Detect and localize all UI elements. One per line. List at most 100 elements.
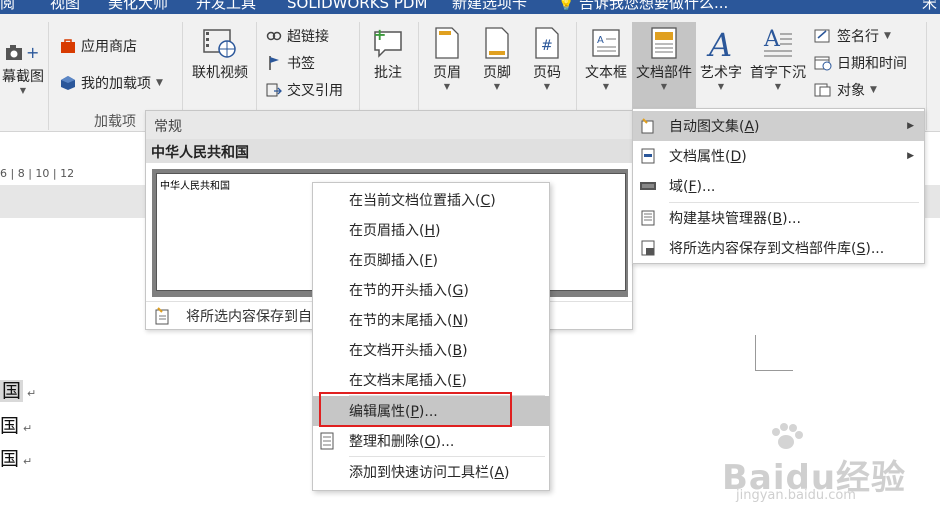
menu-item-field[interactable]: 域(F)... [633, 171, 924, 201]
cross-reference-icon [266, 83, 282, 97]
document-parts-icon [651, 27, 677, 59]
chevron-down-icon: ▼ [870, 85, 877, 95]
comment-icon: + [373, 26, 402, 58]
watermark-url: jingyan.baidu.com [736, 488, 856, 503]
save-gallery-icon [641, 240, 655, 256]
header-button[interactable]: 页眉 ▼ [424, 26, 470, 92]
submenu-arrow-icon: ▶ [907, 121, 914, 131]
chevron-down-icon: ▼ [443, 82, 451, 91]
store-bag-icon [61, 39, 75, 53]
signature-line-button[interactable]: 签名行 ▼ [814, 26, 891, 46]
menu-item-insert-document-end[interactable]: 在文档末尾插入(E) [313, 365, 549, 395]
menu-label: 构建基块管理器(B)... [669, 211, 801, 227]
paragraph-mark-icon: ↵ [23, 455, 33, 468]
svg-text:A: A [763, 27, 781, 52]
menu-item-edit-properties[interactable]: 编辑属性(P)... [313, 396, 549, 426]
svg-text:#: # [541, 38, 553, 54]
chevron-down-icon: ▼ [774, 82, 782, 91]
menu-item-insert-document-start[interactable]: 在文档开头插入(B) [313, 335, 549, 365]
menu-item-organize-delete[interactable]: 整理和删除(O)... [313, 426, 549, 456]
menu-item-insert-header[interactable]: 在页眉插入(H) [313, 215, 549, 245]
hyperlink-button[interactable]: 超链接 [266, 26, 329, 46]
save-to-gallery-icon [155, 306, 169, 324]
tab-review[interactable]: 阅 [0, 0, 15, 13]
tab-user[interactable]: 宋 [922, 0, 937, 13]
baidu-watermark: Baidu经验 jingyan.baidu.com [722, 423, 932, 518]
camera-icon: + [6, 43, 39, 62]
ribbon-tab-bar: 阅 视图 美化大师 开发工具 SOLIDWORKS PDM 新建选项卡 💡 告诉… [0, 0, 940, 14]
tell-me-search[interactable]: 💡 告诉我您想要做什么... [558, 0, 728, 14]
svg-text:+: + [373, 26, 386, 44]
tab-solidworks-pdm[interactable]: SOLIDWORKS PDM [287, 0, 427, 13]
menu-label: 文档属性(D) [669, 149, 747, 165]
organize-icon [320, 432, 334, 450]
object-button[interactable]: 对象 ▼ [814, 80, 877, 100]
dropcap-button[interactable]: A 首字下沉 ▼ [748, 26, 808, 92]
tab-view[interactable]: 视图 [50, 0, 80, 13]
document-parts-button[interactable]: 文档部件 ▼ [632, 22, 696, 108]
doc-paragraph[interactable]: 国 ↵ [0, 411, 32, 438]
menu-item-building-blocks-organizer[interactable]: 构建基块管理器(B)... [633, 203, 924, 233]
gallery-category-header: 常规 [146, 111, 632, 139]
menu-label: 将所选内容保存到文档部件库(S)... [669, 241, 885, 257]
menu-item-insert-footer[interactable]: 在页脚插入(F) [313, 245, 549, 275]
menu-item-insert-section-start[interactable]: 在节的开头插入(G) [313, 275, 549, 305]
lightbulb-icon: 💡 [558, 0, 575, 12]
doc-paragraph[interactable]: 国 ↵ [0, 376, 36, 403]
menu-label: 域(F)... [669, 179, 716, 195]
bookmark-button[interactable]: 书签 [266, 53, 315, 73]
chevron-down-icon: ▼ [717, 82, 725, 91]
tell-me-text: 告诉我您想要做什么... [578, 0, 729, 12]
doc-paragraph[interactable]: 国 ↵ [0, 444, 32, 471]
document-property-icon [641, 148, 655, 164]
textbox-button[interactable]: A 文本框 ▼ [580, 26, 632, 92]
object-frame-icon [814, 83, 831, 97]
addin-cube-icon [61, 76, 75, 90]
menu-item-add-to-quick-access[interactable]: 添加到快速访问工具栏(A) [313, 457, 549, 487]
chevron-down-icon: ▼ [602, 82, 610, 91]
screenshot-button[interactable]: + 幕截图 ▼ [0, 42, 46, 96]
separator [926, 22, 927, 130]
wordart-button[interactable]: A 艺术字 ▼ [696, 26, 746, 92]
svg-text:A: A [706, 26, 732, 60]
chevron-down-icon: ▼ [493, 82, 501, 91]
signature-pen-icon [814, 29, 830, 43]
menu-item-insert-current-position[interactable]: 在当前文档位置插入(C) [313, 185, 549, 215]
comment-button[interactable]: + 批注 [364, 26, 412, 82]
paw-logo-icon [772, 423, 803, 449]
menu-item-save-to-gallery[interactable]: 将所选内容保存到文档部件库(S)... [633, 233, 924, 263]
bookmark-flag-icon [269, 56, 279, 70]
my-addins-button[interactable]: 我的加载项 ▼ [60, 73, 163, 93]
chevron-down-icon: ▼ [156, 78, 163, 88]
tab-developer[interactable]: 开发工具 [196, 0, 256, 13]
menu-label: 自动图文集(A) [669, 119, 760, 135]
chevron-down-icon: ▼ [660, 82, 668, 91]
online-video-button[interactable]: 联机视频 [186, 26, 254, 82]
document-parts-menu: 自动图文集(A) ▶ 文档属性(D) ▶ 域(F)... 构建基块管理器(B).… [632, 108, 925, 264]
paragraph-mark-icon: ↵ [23, 422, 33, 435]
chevron-down-icon: ▼ [884, 31, 891, 41]
app-store-button[interactable]: 应用商店 [60, 36, 137, 56]
separator [48, 22, 49, 130]
tab-new[interactable]: 新建选项卡 [452, 0, 527, 13]
paragraph-mark-icon: ↵ [27, 387, 37, 400]
addins-group-label: 加载项 [94, 114, 136, 130]
link-icon [266, 31, 282, 41]
submenu-arrow-icon: ▶ [907, 151, 914, 161]
tab-beautify-master[interactable]: 美化大师 [108, 0, 168, 13]
page-footer-icon [485, 27, 509, 59]
svg-text:+: + [26, 43, 39, 62]
svg-text:A: A [597, 35, 604, 46]
page-number-button[interactable]: # 页码 ▼ [524, 26, 570, 92]
footer-button[interactable]: 页脚 ▼ [474, 26, 520, 92]
textbox-icon: A [592, 29, 620, 57]
cross-reference-button[interactable]: 交叉引用 [266, 80, 343, 100]
menu-item-document-property[interactable]: 文档属性(D) ▶ [633, 141, 924, 171]
date-time-button[interactable]: 日期和时间 [814, 53, 907, 73]
page-header-icon [435, 27, 459, 59]
menu-item-insert-section-end[interactable]: 在节的末尾插入(N) [313, 305, 549, 335]
page-number-icon: # [535, 27, 559, 59]
calendar-clock-icon [814, 56, 832, 71]
gallery-entry-title[interactable]: 中华人民共和国 [146, 139, 632, 163]
menu-item-autotext[interactable]: 自动图文集(A) ▶ [633, 111, 924, 141]
